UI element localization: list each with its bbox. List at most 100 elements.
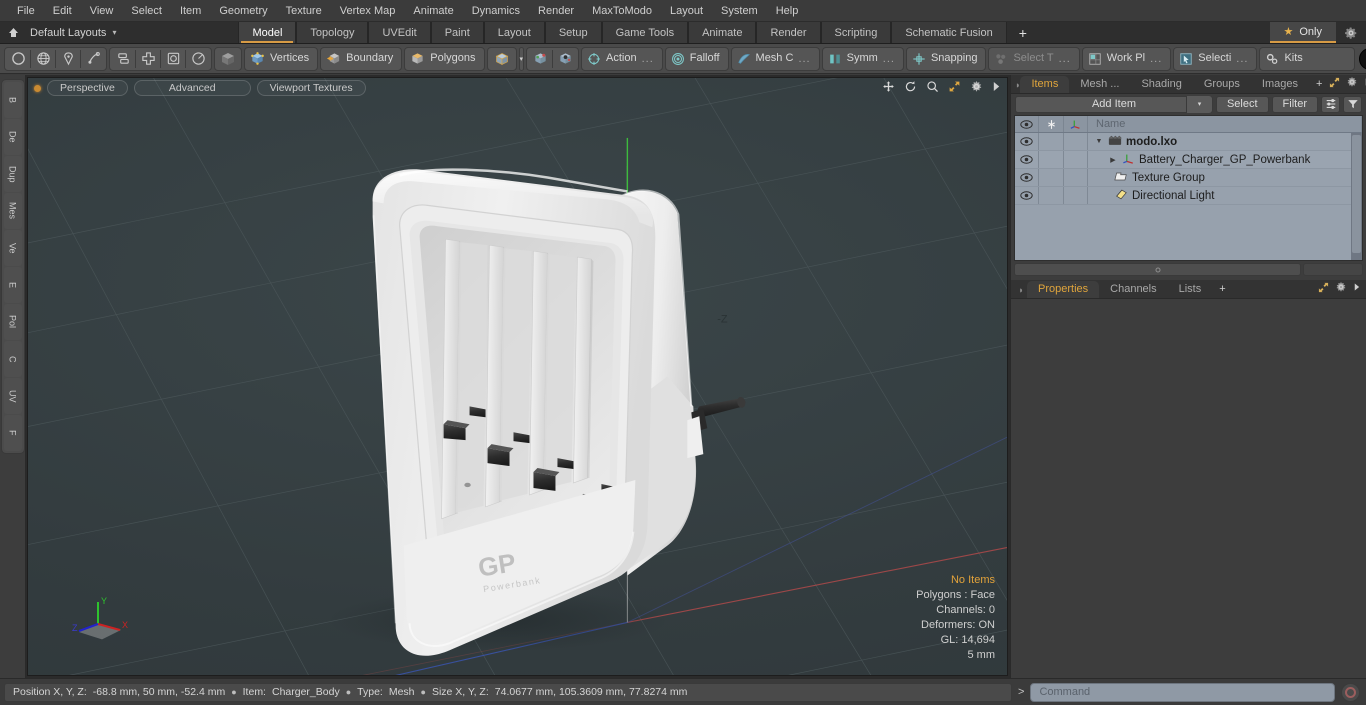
left-tab-edge[interactable]: E	[3, 267, 22, 303]
home-icon[interactable]	[0, 22, 26, 43]
menu-item-file[interactable]: File	[8, 1, 44, 21]
layout-preset-selector[interactable]: Default Layouts ▾	[26, 22, 126, 43]
cube-icon[interactable]	[216, 48, 240, 70]
rotate-icon[interactable]	[186, 48, 210, 70]
selection-sets-button[interactable]: Selecti ...	[1173, 46, 1258, 71]
snapping-button[interactable]: Snapping	[905, 46, 987, 71]
menu-item-view[interactable]: View	[81, 1, 123, 21]
tab-setup[interactable]: Setup	[544, 22, 602, 43]
modo-badge-icon[interactable]	[1359, 47, 1366, 70]
menu-item-system[interactable]: System	[712, 1, 767, 21]
center-mode-icon[interactable]	[553, 48, 577, 70]
tree-item-texture-group[interactable]: Texture Group	[1088, 171, 1362, 185]
symmetry-button[interactable]: Symm ...	[821, 46, 904, 71]
viewport-options-icon[interactable]	[970, 80, 983, 93]
tab-mesh-ops[interactable]: Mesh ...	[1069, 76, 1130, 93]
rotate-icon[interactable]	[904, 80, 917, 93]
add-properties-tab-button[interactable]: +	[1212, 281, 1232, 298]
menu-item-maxtomodo[interactable]: MaxToModo	[583, 1, 661, 21]
kits-button[interactable]: Kits	[1259, 46, 1356, 71]
table-row[interactable]: Directional Light	[1015, 187, 1362, 205]
table-row[interactable]: Texture Group	[1015, 169, 1362, 187]
menu-item-geometry[interactable]: Geometry	[210, 1, 276, 21]
selection-mode-polygons[interactable]: Polygons	[404, 46, 485, 71]
zoom-icon[interactable]	[926, 80, 939, 93]
tab-paint[interactable]: Paint	[430, 22, 484, 43]
arrow-right-icon[interactable]	[1353, 282, 1360, 295]
menu-item-edit[interactable]: Edit	[44, 1, 81, 21]
disclosure-triangle-icon[interactable]: ▼	[1094, 138, 1104, 145]
scrollbar-thumb[interactable]	[1352, 135, 1361, 253]
left-tab-deform[interactable]: De	[3, 119, 22, 155]
menu-item-vertex-map[interactable]: Vertex Map	[331, 1, 405, 21]
tab-groups[interactable]: Groups	[1193, 76, 1251, 93]
left-tab-duplicate[interactable]: Dup	[3, 156, 22, 192]
work-plane-button[interactable]: Work Pl ...	[1081, 46, 1172, 71]
visibility-toggle[interactable]	[1015, 169, 1039, 186]
falloff-button[interactable]: Falloff	[664, 46, 729, 71]
menu-item-item[interactable]: Item	[171, 1, 210, 21]
mesh-cube-icon[interactable]	[490, 48, 514, 70]
select-through-button[interactable]: Select T ...	[988, 46, 1080, 71]
visibility-toggle[interactable]	[1015, 187, 1039, 204]
tab-uvedit[interactable]: UVEdit	[368, 22, 431, 43]
menu-item-select[interactable]: Select	[122, 1, 171, 21]
move-icon[interactable]	[136, 48, 160, 70]
funnel-icon[interactable]	[1343, 95, 1362, 113]
selection-mode-boundary[interactable]: Boundary	[320, 46, 403, 71]
left-tab-fusion[interactable]: F	[3, 415, 22, 451]
tab-channels[interactable]: Channels	[1099, 281, 1167, 298]
add-item-button[interactable]: Add Item ▾	[1015, 95, 1213, 113]
tab-items[interactable]: Items	[1020, 76, 1070, 93]
scrollbar-grip[interactable]	[1155, 267, 1160, 272]
table-row[interactable]: ▶ Battery_Charger_GP_Powerbank	[1015, 151, 1362, 169]
menu-item-render[interactable]: Render	[529, 1, 583, 21]
tab-scripting[interactable]: Scripting	[820, 22, 892, 43]
selection-mode-vertices[interactable]: Vertices	[244, 46, 319, 71]
expand-icon[interactable]	[1329, 77, 1340, 91]
menu-item-animate[interactable]: Animate	[404, 1, 462, 21]
gear-icon[interactable]	[1336, 22, 1366, 43]
tab-render[interactable]: Render	[756, 22, 821, 43]
table-row[interactable]: ▼ modo.lxo	[1015, 133, 1362, 151]
curve-icon[interactable]	[81, 48, 105, 70]
left-tab-uv[interactable]: UV	[3, 378, 22, 414]
tab-images[interactable]: Images	[1251, 76, 1309, 93]
tab-topology[interactable]: Topology	[296, 22, 369, 43]
item-tree-horizontal-scrollbar[interactable]	[1014, 263, 1301, 276]
viewport-shading-selector[interactable]: Advanced	[133, 80, 251, 96]
item-tree-vertical-scrollbar[interactable]	[1351, 133, 1362, 260]
mesh-constraint-button[interactable]: Mesh C ...	[730, 46, 820, 71]
tab-schematic-fusion[interactable]: Schematic Fusion	[891, 22, 1007, 43]
chevron-down-icon[interactable]: ▾	[1185, 95, 1212, 113]
tree-item-mesh[interactable]: ▶ Battery_Charger_GP_Powerbank	[1088, 152, 1362, 167]
add-panel-tab-button[interactable]: +	[1309, 76, 1329, 93]
tree-item-directional-light[interactable]: Directional Light	[1088, 188, 1362, 203]
disclosure-triangle-icon[interactable]: ▶	[1108, 156, 1118, 164]
left-tab-curve[interactable]: C	[3, 341, 22, 377]
visibility-toggle[interactable]	[1015, 151, 1039, 168]
tab-layout[interactable]: Layout	[483, 22, 545, 43]
gear-icon[interactable]	[1346, 76, 1358, 91]
viewport-textures-selector[interactable]: Viewport Textures	[256, 80, 366, 96]
menu-item-help[interactable]: Help	[767, 1, 808, 21]
action-center-button[interactable]: Action ...	[581, 46, 663, 71]
left-tab-basic[interactable]: B	[3, 82, 22, 118]
tree-item-scene[interactable]: ▼ modo.lxo	[1088, 135, 1362, 149]
fit-icon[interactable]	[948, 80, 961, 93]
add-tab-button[interactable]: +	[1007, 22, 1039, 43]
center-icon[interactable]	[161, 48, 185, 70]
left-tab-mesh-edit[interactable]: Mes	[3, 193, 22, 229]
only-toggle-button[interactable]: ★ Only	[1269, 22, 1336, 43]
tab-model[interactable]: Model	[238, 22, 297, 43]
select-button[interactable]: Select	[1215, 95, 1269, 113]
tab-properties[interactable]: Properties	[1027, 281, 1100, 298]
pan-icon[interactable]	[882, 80, 895, 93]
sphere-icon[interactable]	[31, 48, 55, 70]
item-tree[interactable]: Name ▼ modo.lxo ▶ Battery_Charger_GP_Pow…	[1014, 115, 1363, 261]
list-options-icon[interactable]	[1321, 95, 1340, 113]
expand-icon[interactable]	[1318, 282, 1329, 296]
tab-shading[interactable]: Shading	[1130, 76, 1192, 93]
tab-game-tools[interactable]: Game Tools	[601, 22, 689, 43]
viewport-projection-selector[interactable]: Perspective	[47, 80, 128, 96]
